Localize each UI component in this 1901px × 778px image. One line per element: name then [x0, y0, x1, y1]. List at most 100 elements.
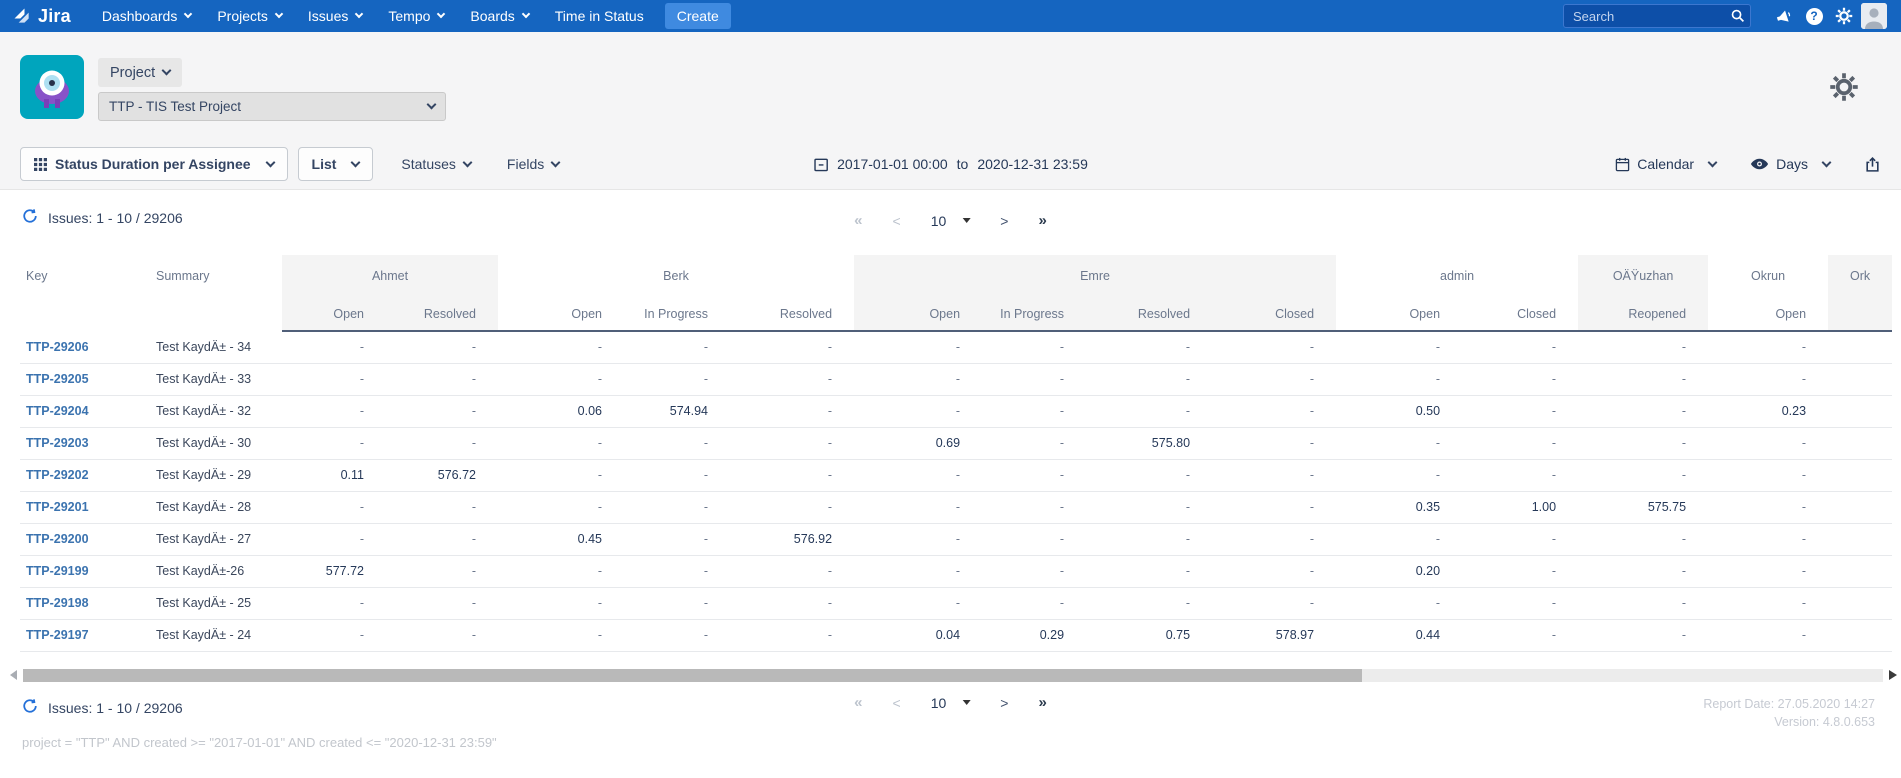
nav-item-label: Projects — [217, 8, 268, 24]
duration-cell: - — [982, 427, 1086, 459]
scroll-right-arrow[interactable] — [1889, 670, 1897, 680]
last-page-button[interactable]: » — [1038, 694, 1046, 711]
issue-key-link[interactable]: TTP-29206 — [26, 340, 89, 354]
scrollbar-thumb[interactable] — [23, 669, 1362, 682]
duration-cell: - — [386, 363, 498, 395]
first-page-button[interactable]: « — [854, 212, 862, 229]
duration-cell: - — [730, 363, 854, 395]
duration-cell: - — [1212, 523, 1336, 555]
refresh-icon[interactable] — [22, 208, 38, 227]
next-page-button[interactable]: > — [1000, 695, 1008, 711]
duration-cell: - — [282, 523, 386, 555]
project-avatar[interactable] — [20, 55, 84, 119]
nav-item-dashboards[interactable]: Dashboards — [89, 0, 205, 32]
help-icon[interactable]: ? — [1799, 0, 1829, 32]
page-size-value: 10 — [931, 695, 947, 711]
issue-key-link[interactable]: TTP-29201 — [26, 500, 89, 514]
issue-key-link[interactable]: TTP-29200 — [26, 532, 89, 546]
duration-cell: - — [1086, 331, 1212, 363]
duration-cell: - — [1462, 459, 1578, 491]
report-header-zone: Project TTP - TIS Test Project — [0, 32, 1901, 190]
gear-icon[interactable] — [1829, 0, 1859, 32]
report-type-label: Status Duration per Assignee — [55, 156, 251, 172]
prev-page-button[interactable]: < — [893, 695, 901, 711]
project-avatar-icon — [26, 61, 78, 113]
duration-cell — [1828, 619, 1892, 651]
jira-logo[interactable]: Jira — [12, 6, 71, 27]
scroll-left-arrow[interactable] — [10, 670, 17, 680]
duration-cell: - — [1336, 587, 1462, 619]
jql-query-text: project = "TTP" AND created >= "2017-01-… — [22, 735, 497, 750]
scope-label: Project — [110, 65, 155, 81]
nav-item-boards[interactable]: Boards — [457, 0, 541, 32]
issue-key-link[interactable]: TTP-29197 — [26, 628, 89, 642]
issues-count-bottom: Issues: 1 - 10 / 29206 — [22, 698, 183, 717]
duration-cell: - — [1462, 587, 1578, 619]
prev-page-button[interactable]: < — [893, 213, 901, 229]
refresh-icon[interactable] — [22, 698, 38, 717]
duration-cell: - — [1462, 523, 1578, 555]
duration-cell: - — [1212, 395, 1336, 427]
duration-cell: - — [982, 491, 1086, 523]
issue-key-link[interactable]: TTP-29203 — [26, 436, 89, 450]
duration-cell: - — [1086, 555, 1212, 587]
page-size-select[interactable]: 10 — [931, 213, 971, 229]
nav-item-tempo[interactable]: Tempo — [375, 0, 457, 32]
report-type-button[interactable]: Status Duration per Assignee — [20, 147, 288, 181]
megaphone-icon[interactable] — [1769, 0, 1799, 32]
duration-cell: 1.00 — [1462, 491, 1578, 523]
report-toolbar: Status Duration per Assignee List Status… — [20, 145, 1881, 183]
unit-label: Days — [1776, 156, 1808, 172]
search-input[interactable] — [1563, 4, 1751, 28]
duration-cell: - — [386, 619, 498, 651]
eye-icon — [1750, 158, 1769, 170]
status-column-header: In Progress — [982, 297, 1086, 331]
issue-key-link[interactable]: TTP-29199 — [26, 564, 89, 578]
project-select[interactable]: TTP - TIS Test Project — [98, 92, 446, 121]
duration-cell: - — [1708, 587, 1828, 619]
key-cell: TTP-29201 — [20, 491, 150, 523]
report-settings-gear-icon[interactable] — [1829, 72, 1859, 107]
duration-cell: - — [624, 555, 730, 587]
issue-key-link[interactable]: TTP-29202 — [26, 468, 89, 482]
user-avatar[interactable] — [1859, 0, 1889, 32]
report-date: Report Date: 27.05.2020 14:27 — [1703, 697, 1875, 711]
scrollbar-track[interactable] — [23, 669, 1883, 682]
jira-logo-icon — [12, 6, 32, 26]
status-column-header: Open — [854, 297, 982, 331]
export-button[interactable] — [1864, 156, 1881, 173]
key-cell: TTP-29202 — [20, 459, 150, 491]
nav-item-projects[interactable]: Projects — [204, 0, 295, 32]
date-range-picker[interactable]: 2017-01-01 00:00 to 2020-12-31 23:59 — [813, 156, 1088, 172]
first-page-button[interactable]: « — [854, 694, 862, 711]
view-mode-button[interactable]: List — [298, 147, 374, 181]
duration-cell: - — [282, 331, 386, 363]
fields-dropdown[interactable]: Fields — [489, 156, 577, 172]
duration-cell: - — [1708, 619, 1828, 651]
last-page-button[interactable]: » — [1038, 212, 1046, 229]
unit-dropdown[interactable]: Days — [1750, 156, 1830, 172]
duration-cell: 0.50 — [1336, 395, 1462, 427]
duration-cell: - — [1212, 555, 1336, 587]
calendar-icon — [1615, 157, 1630, 172]
jira-logo-text: Jira — [38, 6, 71, 27]
duration-cell: - — [624, 619, 730, 651]
issue-key-link[interactable]: TTP-29205 — [26, 372, 89, 386]
issue-key-link[interactable]: TTP-29204 — [26, 404, 89, 418]
scope-selector-button[interactable]: Project — [98, 58, 182, 87]
navbar-menu: Dashboards Projects IssuesTempoBoardsTime … — [89, 0, 657, 32]
duration-cell: - — [854, 395, 982, 427]
nav-item-issues[interactable]: Issues — [295, 0, 375, 32]
create-button[interactable]: Create — [665, 3, 731, 29]
duration-cell: 576.72 — [386, 459, 498, 491]
page-size-select[interactable]: 10 — [931, 695, 971, 711]
statuses-dropdown[interactable]: Statuses — [383, 156, 488, 172]
issue-key-link[interactable]: TTP-29198 — [26, 596, 89, 610]
table-row: TTP-29203Test KaydÄ± - 30-----0.69-575.8… — [20, 427, 1892, 459]
calendar-mode-dropdown[interactable]: Calendar — [1615, 156, 1716, 172]
nav-item-time-in-status[interactable]: Time in Status — [542, 0, 657, 32]
search-icon[interactable] — [1730, 8, 1745, 28]
summary-cell: Test KaydÄ± - 32 — [150, 395, 282, 427]
next-page-button[interactable]: > — [1000, 213, 1008, 229]
duration-cell: - — [1578, 619, 1708, 651]
